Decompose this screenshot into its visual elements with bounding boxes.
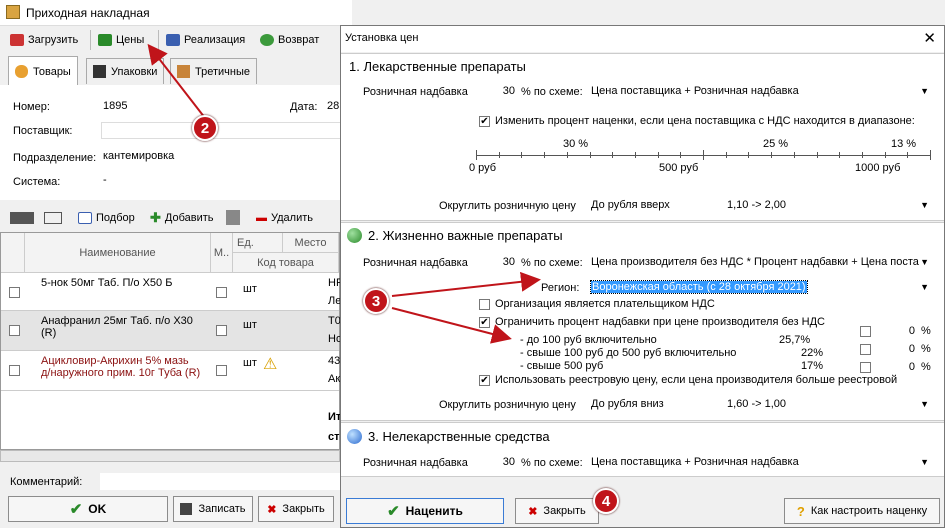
marker-badge: 3 [363, 288, 389, 314]
arrow-to-limits [391, 307, 512, 344]
arrow-to-prices [147, 43, 206, 119]
annotation-arrows [147, 43, 541, 344]
marker-badge: 2 [192, 115, 218, 141]
marker-badge: 4 [593, 488, 619, 514]
arrow-to-region [391, 271, 541, 297]
